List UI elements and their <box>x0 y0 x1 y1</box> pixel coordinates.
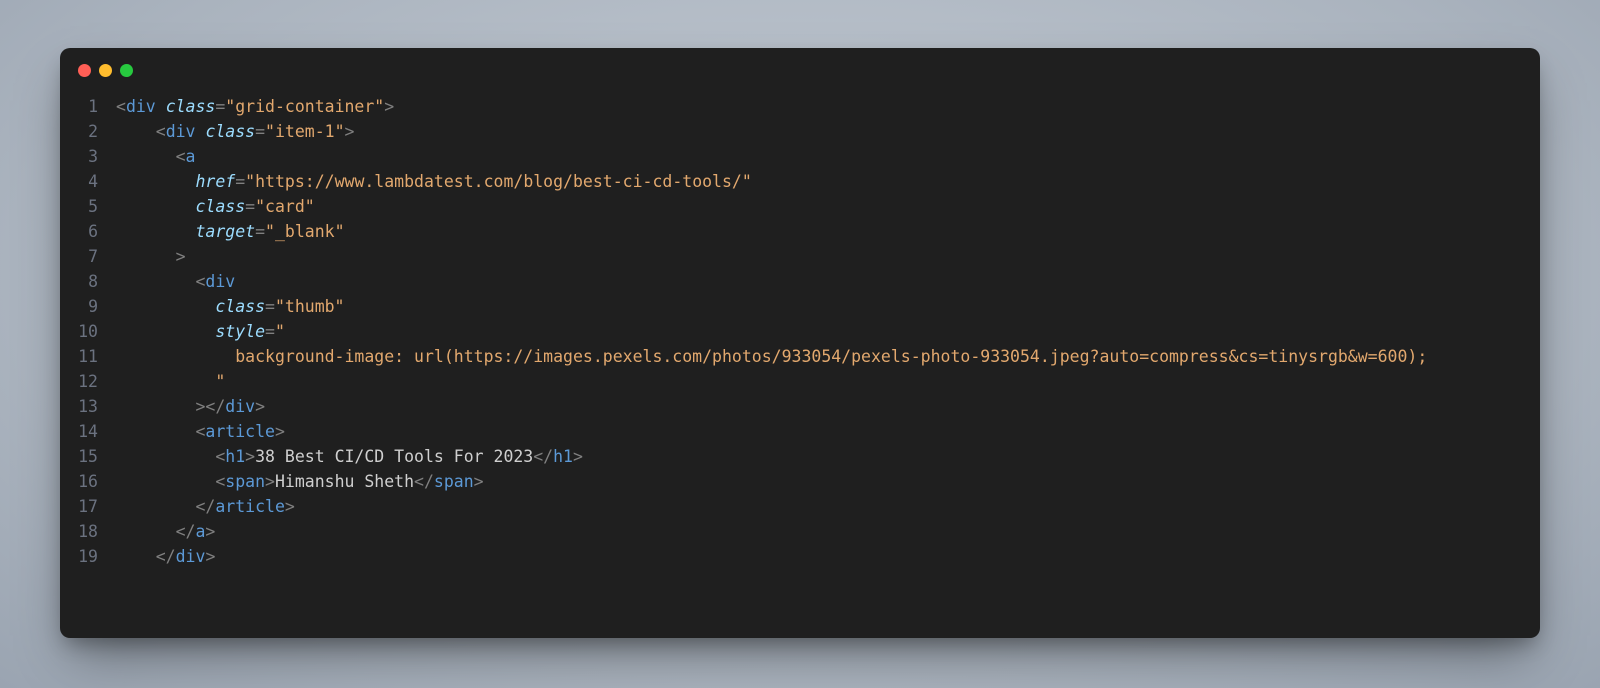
code-line: 16 <span>Himanshu Sheth</span> <box>60 469 1540 494</box>
line-number: 5 <box>60 194 116 219</box>
line-number: 7 <box>60 244 116 269</box>
code-line: 7 > <box>60 244 1540 269</box>
code-line: 3 <a <box>60 144 1540 169</box>
code-line: 17 </article> <box>60 494 1540 519</box>
line-number: 19 <box>60 544 116 569</box>
code-line: 6 target="_blank" <box>60 219 1540 244</box>
line-number: 3 <box>60 144 116 169</box>
line-number: 11 <box>60 344 116 369</box>
code-line: 2 <div class="item-1"> <box>60 119 1540 144</box>
code-line: 15 <h1>38 Best CI/CD Tools For 2023</h1> <box>60 444 1540 469</box>
code-line: 1 <div class="grid-container"> <box>60 94 1540 119</box>
code-line: 4 href="https://www.lambdatest.com/blog/… <box>60 169 1540 194</box>
code-editor[interactable]: 1 <div class="grid-container"> 2 <div cl… <box>60 92 1540 638</box>
line-number: 14 <box>60 419 116 444</box>
code-line: 11 background-image: url(https://images.… <box>60 344 1540 369</box>
code-line: 14 <article> <box>60 419 1540 444</box>
code-line: 19 </div> <box>60 544 1540 569</box>
line-number: 1 <box>60 94 116 119</box>
line-number: 13 <box>60 394 116 419</box>
window-zoom-icon[interactable] <box>120 64 133 77</box>
line-number: 16 <box>60 469 116 494</box>
line-number: 2 <box>60 119 116 144</box>
line-number: 8 <box>60 269 116 294</box>
line-number: 10 <box>60 319 116 344</box>
page-backdrop: 1 <div class="grid-container"> 2 <div cl… <box>0 0 1600 688</box>
line-number: 15 <box>60 444 116 469</box>
code-line: 9 class="thumb" <box>60 294 1540 319</box>
code-line: 5 class="card" <box>60 194 1540 219</box>
window-titlebar <box>60 48 1540 92</box>
editor-window: 1 <div class="grid-container"> 2 <div cl… <box>60 48 1540 638</box>
line-number: 18 <box>60 519 116 544</box>
code-line: 12 " <box>60 369 1540 394</box>
code-line: 10 style=" <box>60 319 1540 344</box>
line-number: 12 <box>60 369 116 394</box>
window-close-icon[interactable] <box>78 64 91 77</box>
window-minimize-icon[interactable] <box>99 64 112 77</box>
line-number: 9 <box>60 294 116 319</box>
code-line: 18 </a> <box>60 519 1540 544</box>
line-number: 17 <box>60 494 116 519</box>
code-line: 8 <div <box>60 269 1540 294</box>
line-number: 6 <box>60 219 116 244</box>
line-number: 4 <box>60 169 116 194</box>
code-line: 13 ></div> <box>60 394 1540 419</box>
